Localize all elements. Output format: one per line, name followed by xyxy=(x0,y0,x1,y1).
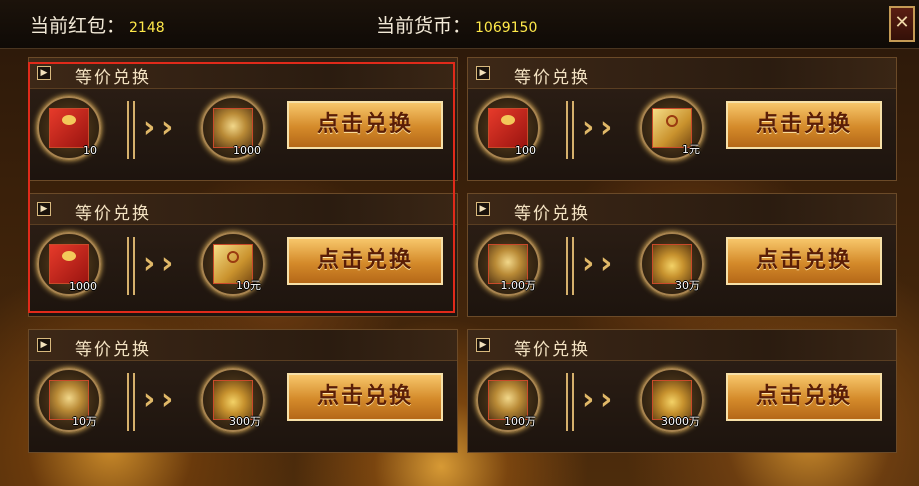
card-body: 1.00万 › › 30万 点击兑换 xyxy=(468,225,896,316)
from-item-slot: 10 xyxy=(37,96,101,160)
card-body: 100 › › 1元 点击兑换 xyxy=(468,89,896,180)
chevron-right-icon: ▶ xyxy=(476,338,490,352)
divider xyxy=(566,373,568,431)
card-header: ▶ 等价兑换 xyxy=(29,330,457,361)
exchange-card-3: ▶ 等价兑换 1000 › › 10元 点击兑换 xyxy=(28,193,458,317)
red-envelope-icon xyxy=(488,108,528,148)
currency-value: 1069150 xyxy=(475,20,538,36)
double-chevron-icon: › xyxy=(600,382,613,417)
card-title: 等价兑换 xyxy=(75,68,151,88)
divider xyxy=(127,237,129,295)
from-item-slot: 10万 xyxy=(37,368,101,432)
top-bar: 当前红包： 2148 当前货币： 1069150 ✕ xyxy=(0,0,919,49)
from-qty: 1.00万 xyxy=(500,279,537,292)
from-qty: 10万 xyxy=(72,415,97,428)
hongbao-balance: 当前红包： 2148 xyxy=(30,11,165,38)
divider xyxy=(133,237,135,295)
divider xyxy=(572,373,574,431)
card-body: 100万 › › 3000万 点击兑换 xyxy=(468,361,896,452)
close-button[interactable]: ✕ xyxy=(889,6,915,42)
exchange-card-2: ▶ 等价兑换 100 › › 1元 点击兑换 xyxy=(467,57,897,181)
chevron-right-icon: ▶ xyxy=(37,202,51,216)
redeem-button[interactable]: 点击兑换 xyxy=(726,101,882,149)
chevron-right-icon: ▶ xyxy=(476,66,490,80)
red-envelope-icon xyxy=(49,244,89,284)
double-chevron-icon: › xyxy=(600,246,613,281)
card-title: 等价兑换 xyxy=(514,204,590,224)
to-item-slot: 1000 xyxy=(201,96,265,160)
divider xyxy=(127,101,129,159)
from-qty: 1000 xyxy=(69,280,97,293)
double-chevron-icon: › xyxy=(161,110,174,145)
redeem-button[interactable]: 点击兑换 xyxy=(726,373,882,421)
currency-label: 当前货币： xyxy=(376,15,472,37)
to-qty: 10元 xyxy=(236,279,261,292)
card-header: ▶ 等价兑换 xyxy=(468,194,896,225)
to-item-slot: 1元 xyxy=(640,96,704,160)
close-icon: ✕ xyxy=(894,12,910,33)
to-item-slot: 3000万 xyxy=(640,368,704,432)
to-qty: 1000 xyxy=(233,144,261,157)
divider xyxy=(133,101,135,159)
exchange-card-1: ▶ 等价兑换 10 › › 1000 点击兑换 xyxy=(28,57,458,181)
divider xyxy=(133,373,135,431)
from-item-slot: 1.00万 xyxy=(476,232,540,296)
to-item-slot: 10元 xyxy=(201,232,265,296)
exchange-card-5: ▶ 等价兑换 10万 › › 300万 点击兑换 xyxy=(28,329,458,453)
to-qty: 3000万 xyxy=(661,415,700,428)
double-chevron-icon: › xyxy=(161,246,174,281)
redeem-button[interactable]: 点击兑换 xyxy=(726,237,882,285)
card-title: 等价兑换 xyxy=(75,340,151,360)
from-item-slot: 1000 xyxy=(37,232,101,296)
card-body: 1000 › › 10元 点击兑换 xyxy=(29,225,457,316)
divider xyxy=(572,101,574,159)
from-qty: 10 xyxy=(83,144,97,157)
from-item-slot: 100 xyxy=(476,96,540,160)
card-header: ▶ 等价兑换 xyxy=(468,58,896,89)
exchange-card-4: ▶ 等价兑换 1.00万 › › 30万 点击兑换 xyxy=(467,193,897,317)
redeem-button[interactable]: 点击兑换 xyxy=(287,237,443,285)
exchange-card-6: ▶ 等价兑换 100万 › › 3000万 点击兑换 xyxy=(467,329,897,453)
to-qty: 1元 xyxy=(682,143,700,156)
card-header: ▶ 等价兑换 xyxy=(29,194,457,225)
chevron-right-icon: ▶ xyxy=(476,202,490,216)
card-body: 10 › › 1000 点击兑换 xyxy=(29,89,457,180)
chevron-right-icon: ▶ xyxy=(37,66,51,80)
red-envelope-icon xyxy=(49,108,89,148)
to-qty: 30万 xyxy=(675,279,700,292)
card-title: 等价兑换 xyxy=(514,340,590,360)
double-chevron-icon: › xyxy=(600,110,613,145)
from-qty: 100万 xyxy=(504,415,536,428)
hongbao-label: 当前红包： xyxy=(30,15,126,37)
hongbao-value: 2148 xyxy=(129,20,165,36)
card-title: 等价兑换 xyxy=(75,204,151,224)
card-header: ▶ 等价兑换 xyxy=(468,330,896,361)
divider xyxy=(566,101,568,159)
divider xyxy=(572,237,574,295)
to-item-slot: 30万 xyxy=(640,232,704,296)
redeem-button[interactable]: 点击兑换 xyxy=(287,373,443,421)
from-qty: 100 xyxy=(515,144,536,157)
from-item-slot: 100万 xyxy=(476,368,540,432)
to-qty: 300万 xyxy=(229,415,261,428)
card-header: ▶ 等价兑换 xyxy=(29,58,457,89)
currency-balance: 当前货币： 1069150 xyxy=(376,11,537,38)
chevron-right-icon: ▶ xyxy=(37,338,51,352)
card-title: 等价兑换 xyxy=(514,68,590,88)
copper-coin-icon xyxy=(213,108,253,148)
card-body: 10万 › › 300万 点击兑换 xyxy=(29,361,457,452)
redeem-button[interactable]: 点击兑换 xyxy=(287,101,443,149)
divider xyxy=(566,237,568,295)
to-item-slot: 300万 xyxy=(201,368,265,432)
divider xyxy=(127,373,129,431)
double-chevron-icon: › xyxy=(161,382,174,417)
